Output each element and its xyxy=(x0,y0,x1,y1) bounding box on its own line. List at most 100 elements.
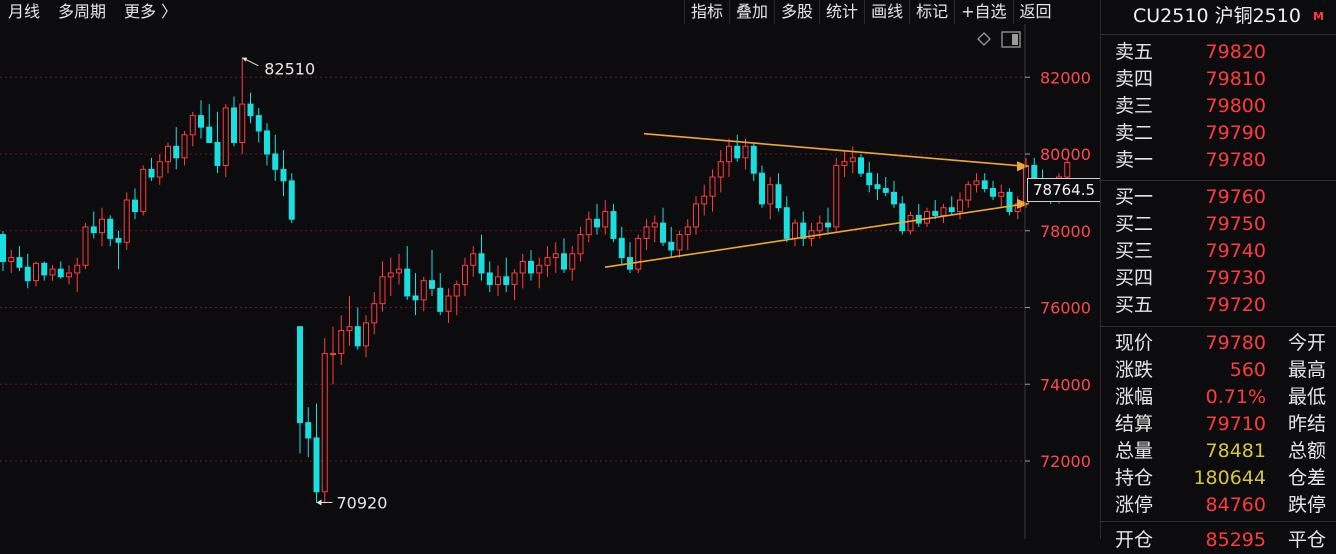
row-value: 0.71% xyxy=(1205,386,1266,408)
row-label: 总量 xyxy=(1115,440,1154,462)
candle-up xyxy=(239,103,246,143)
y-tick-label: 76000 xyxy=(1040,299,1091,318)
more-menu[interactable]: 更多 〉 xyxy=(124,0,177,24)
candle-down xyxy=(0,234,6,262)
diamond-icon[interactable] xyxy=(977,32,991,46)
candle-up xyxy=(33,262,39,282)
row-value: 79780 xyxy=(1205,332,1266,354)
candle-up xyxy=(833,165,840,228)
bid-row: 买二 79750 xyxy=(1101,211,1336,238)
y-tick-label: 80000 xyxy=(1040,145,1091,164)
quote-value: 85295 xyxy=(1205,529,1266,551)
candle-down xyxy=(891,191,897,205)
candle-up xyxy=(99,218,105,234)
candle-down xyxy=(297,326,303,424)
multi-period-tab[interactable]: 多周期 xyxy=(58,0,106,24)
kline-chart[interactable]: 82510 70920 72000 74000 76000 78000 80000 8200… xyxy=(0,24,1100,539)
row-value: 79750 xyxy=(1205,213,1266,235)
candle-up xyxy=(907,214,914,232)
candle-up xyxy=(222,107,229,167)
candle-up xyxy=(849,157,856,163)
candle-down xyxy=(899,203,906,232)
candle-up xyxy=(123,199,130,243)
candle-down xyxy=(264,130,270,155)
draw-line-button[interactable]: 画线 xyxy=(864,0,909,24)
row-right-label: 昨结 xyxy=(1288,413,1327,435)
overlay-button[interactable]: 叠加 xyxy=(729,0,774,24)
row-label: 涨幅 xyxy=(1115,386,1154,408)
candle-down xyxy=(206,126,213,143)
add-watchlist-button[interactable]: +自选 xyxy=(954,0,1012,24)
candle-up xyxy=(338,330,345,355)
candle-down xyxy=(41,262,48,276)
row-value: 79740 xyxy=(1205,240,1266,262)
candle-down xyxy=(313,437,320,493)
ask-row: 卖二 79790 xyxy=(1101,120,1336,147)
candle-up xyxy=(420,280,427,301)
y-tick-label: 78000 xyxy=(1040,222,1091,241)
candle-down xyxy=(198,115,204,128)
quote-row: 涨停 84760 跌停 xyxy=(1101,492,1336,519)
candle-down xyxy=(24,266,31,282)
candle-up xyxy=(767,184,774,205)
row-label: 结算 xyxy=(1115,413,1154,435)
candle-up xyxy=(684,226,691,236)
separator xyxy=(1101,180,1336,181)
row-label: 买五 xyxy=(1115,294,1154,316)
row-label: 涨停 xyxy=(1115,494,1154,516)
chart-settings-icons[interactable] xyxy=(977,31,1021,48)
candle-down xyxy=(750,145,757,174)
row-label: 卖二 xyxy=(1115,122,1154,144)
candle-down xyxy=(16,257,23,268)
row-right-label: 仓差 xyxy=(1288,467,1327,489)
candle-up xyxy=(940,207,947,216)
row-value: 79810 xyxy=(1205,68,1266,90)
multi-stock-button[interactable]: 多股 xyxy=(774,0,819,24)
candle-down xyxy=(437,287,444,312)
row-value: 84760 xyxy=(1205,494,1266,516)
candle-up xyxy=(363,322,369,347)
row-label: 买三 xyxy=(1115,240,1154,262)
separator xyxy=(1101,521,1336,522)
candle-up xyxy=(536,264,543,274)
row-value: 79790 xyxy=(1205,122,1266,144)
statistics-button[interactable]: 统计 xyxy=(819,0,864,24)
candle-up xyxy=(165,145,171,163)
candle-up xyxy=(371,303,378,324)
symbol-title[interactable]: CU2510 沪铜2510 xyxy=(1133,1,1301,28)
high-price-annotation: 82510 xyxy=(264,60,315,79)
ask-row: 卖三 79800 xyxy=(1101,93,1336,120)
row-right-label: 最高 xyxy=(1288,359,1327,381)
row-right-label: 最低 xyxy=(1288,386,1327,408)
mark-button[interactable]: 标记 xyxy=(909,0,954,24)
back-button[interactable]: 返回 xyxy=(1012,0,1058,24)
candle-down xyxy=(148,168,155,178)
quote-row: 总量 78481 总额 xyxy=(1101,438,1336,465)
candle-down xyxy=(57,268,64,278)
trendline-upper[interactable] xyxy=(643,132,1026,168)
candle-down xyxy=(231,107,237,143)
candle-up xyxy=(676,234,683,251)
candle-up xyxy=(998,191,1005,197)
candle-up xyxy=(544,257,551,266)
candle-up xyxy=(701,195,708,205)
candle-down xyxy=(783,207,790,239)
candle-down xyxy=(990,188,996,197)
candle-down xyxy=(668,241,675,251)
indicator-button[interactable]: 指标 xyxy=(684,0,729,24)
trendline-lower[interactable] xyxy=(604,203,1026,268)
candle-down xyxy=(486,272,493,285)
period-monthly-tab[interactable]: 月线 xyxy=(8,0,40,24)
row-value: 79760 xyxy=(1205,186,1266,208)
candle-up xyxy=(1064,161,1071,178)
candle-up xyxy=(387,272,394,278)
row-label: 卖四 xyxy=(1115,68,1154,90)
candle-down xyxy=(932,211,939,216)
row-label: 现价 xyxy=(1115,332,1154,354)
candle-up xyxy=(495,276,501,285)
candle-up xyxy=(569,253,576,270)
quote-right-label: 平仓 xyxy=(1288,529,1327,551)
candle-up xyxy=(462,264,468,285)
candle-up xyxy=(585,218,592,236)
row-value: 79780 xyxy=(1205,149,1266,171)
